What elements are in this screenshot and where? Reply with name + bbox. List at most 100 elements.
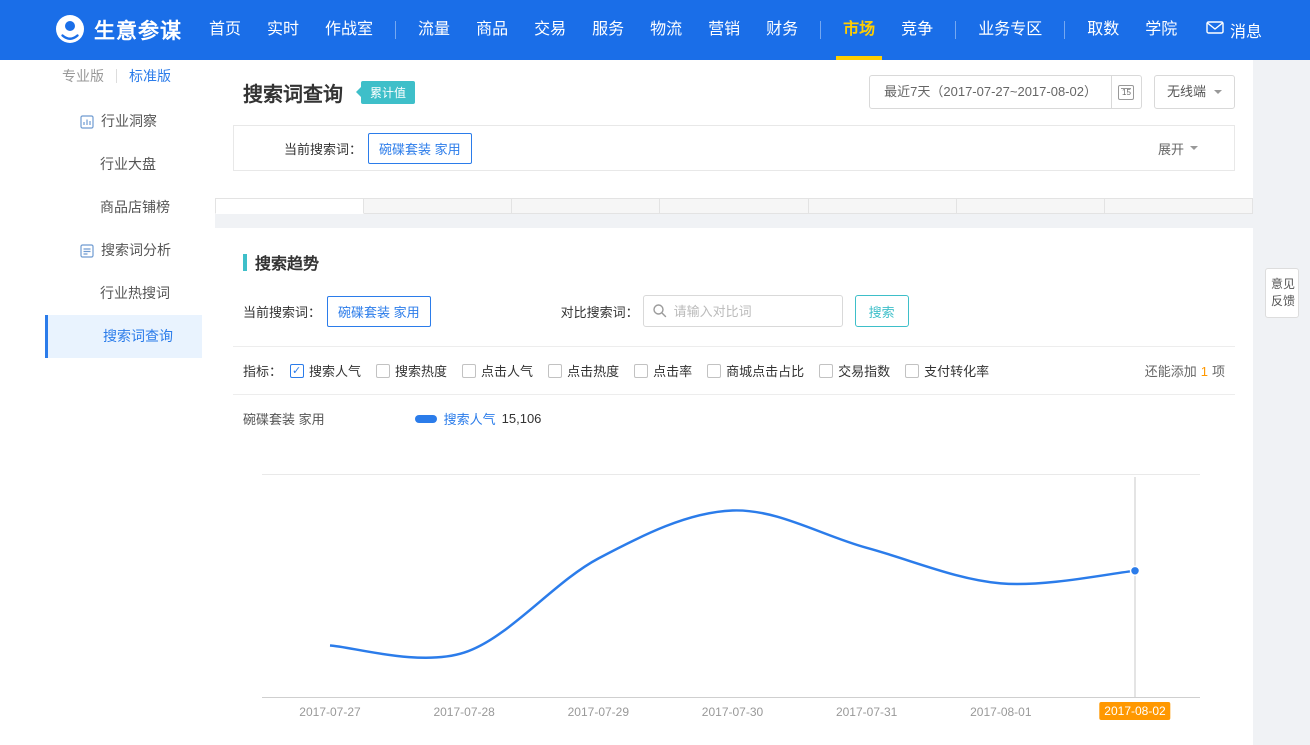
current-word-chip[interactable]: 碗碟套装 家用 — [327, 296, 431, 327]
chevron-down-icon — [1214, 90, 1222, 98]
nav-marketing[interactable]: 营销 — [695, 0, 753, 60]
legend-metric[interactable]: 搜索人气 — [444, 409, 496, 428]
current-word-chip[interactable]: 碗碟套装 家用 — [368, 133, 472, 164]
x-axis-label[interactable]: 2017-08-02 — [1099, 702, 1170, 720]
nav-data-extract[interactable]: 取数 — [1074, 0, 1132, 60]
sidebar-item-label: 行业洞察 — [101, 100, 157, 143]
tab-standard-version[interactable]: 标准版 — [129, 66, 171, 86]
compare-word-input[interactable] — [643, 295, 843, 327]
x-axis-label: 2017-07-28 — [433, 705, 494, 719]
remain-count: 1 — [1201, 364, 1208, 379]
expand-toggle[interactable]: 展开 — [1158, 139, 1198, 158]
search-trend-card: 搜索趋势 当前搜索词： 碗碟套装 家用 对比搜索词： 搜索 — [215, 228, 1253, 745]
content-tab[interactable] — [512, 198, 660, 214]
marker-dot — [1131, 566, 1140, 575]
metric-click-rate[interactable]: 点击率 — [634, 361, 692, 380]
nav-war-room[interactable]: 作战室 — [312, 0, 386, 60]
checkbox-icon — [707, 364, 721, 378]
metric-label: 搜索人气 — [309, 361, 361, 380]
remain-prefix: 还能添加 — [1145, 364, 1197, 379]
tab-pro-version[interactable]: 专业版 — [62, 66, 104, 86]
sidebar-item-search-word-analysis[interactable]: 搜索词分析 — [0, 229, 215, 272]
checkbox-icon — [462, 364, 476, 378]
expand-label: 展开 — [1158, 139, 1184, 158]
legend-value: 15,106 — [502, 411, 542, 426]
metric-trade-index[interactable]: 交易指数 — [819, 361, 890, 380]
sidebar-item-search-word-query[interactable]: 搜索词查询 — [45, 315, 202, 358]
metric-label: 点击热度 — [567, 361, 619, 380]
sidebar-item-label: 搜索词查询 — [103, 315, 173, 358]
nav-finance[interactable]: 财务 — [753, 0, 811, 60]
nav-logistics[interactable]: 物流 — [637, 0, 695, 60]
content-tab[interactable] — [957, 198, 1105, 214]
nav-academy[interactable]: 学院 — [1132, 0, 1190, 60]
cumulative-badge: 累计值 — [351, 81, 415, 104]
calendar-button[interactable]: 15 — [1112, 75, 1142, 109]
metric-label: 点击人气 — [481, 361, 533, 380]
logo-icon — [55, 14, 85, 47]
nav-divider — [955, 21, 956, 39]
checkbox-icon — [905, 364, 919, 378]
content-tab[interactable] — [215, 198, 364, 214]
x-axis-label: 2017-07-31 — [836, 705, 897, 719]
nav-divider — [820, 21, 821, 39]
main-area: 搜索词查询 累计值 最近7天（2017-07-27~2017-08-02） 15… — [215, 60, 1310, 745]
metric-label: 交易指数 — [838, 361, 890, 380]
compare-word-label: 对比搜索词： — [561, 302, 639, 321]
badge-label: 累计值 — [361, 81, 415, 104]
top-navbar: 生意参谋 首页 实时 作战室 流量 商品 交易 服务 物流 营销 财务 市场 竞… — [0, 0, 1310, 60]
sidebar-item-label: 行业热搜词 — [100, 272, 170, 315]
sidebar: 专业版 标准版 行业洞察 行业大盘 商品店铺榜 搜索词分析 行业热搜词 搜索词查… — [0, 60, 215, 745]
checkbox-icon — [290, 364, 304, 378]
x-axis-label: 2017-07-29 — [568, 705, 629, 719]
checkbox-icon — [376, 364, 390, 378]
checkbox-icon — [548, 364, 562, 378]
nav-trade[interactable]: 交易 — [521, 0, 579, 60]
tab-divider — [116, 69, 117, 83]
page-title: 搜索词查询 — [243, 78, 343, 107]
doc-chart-icon — [80, 244, 94, 258]
x-axis-label: 2017-07-27 — [299, 705, 360, 719]
nav-traffic[interactable]: 流量 — [405, 0, 463, 60]
nav-competition[interactable]: 竞争 — [888, 0, 946, 60]
terminal-select[interactable]: 无线端 — [1154, 75, 1235, 109]
metric-pay-conversion[interactable]: 支付转化率 — [905, 361, 989, 380]
metric-click-popularity[interactable]: 点击人气 — [462, 361, 533, 380]
nav-service[interactable]: 服务 — [579, 0, 637, 60]
trend-line — [330, 510, 1135, 657]
metric-mall-click-share[interactable]: 商城点击占比 — [707, 361, 804, 380]
search-icon — [652, 303, 667, 321]
nav-realtime[interactable]: 实时 — [254, 0, 312, 60]
sidebar-item-industry-insight[interactable]: 行业洞察 — [0, 100, 215, 143]
content-tab[interactable] — [809, 198, 957, 214]
content-tab[interactable] — [364, 198, 512, 214]
metric-label: 支付转化率 — [924, 361, 989, 380]
feedback-button[interactable]: 意见反馈 — [1265, 268, 1299, 318]
nav-message[interactable]: 消息 — [1206, 18, 1262, 42]
remain-suffix: 项 — [1212, 364, 1225, 379]
search-button[interactable]: 搜索 — [855, 295, 909, 327]
nav-divider — [395, 21, 396, 39]
metric-search-heat[interactable]: 搜索热度 — [376, 361, 447, 380]
metric-search-popularity[interactable]: 搜索人气 — [290, 361, 361, 380]
header-card: 搜索词查询 累计值 最近7天（2017-07-27~2017-08-02） 15… — [215, 60, 1253, 198]
nav-market[interactable]: 市场 — [830, 0, 888, 60]
metric-click-heat[interactable]: 点击热度 — [548, 361, 619, 380]
date-range-picker[interactable]: 最近7天（2017-07-27~2017-08-02） — [869, 75, 1112, 109]
sidebar-item-product-shop-rank[interactable]: 商品店铺榜 — [0, 186, 215, 229]
nav-product[interactable]: 商品 — [463, 0, 521, 60]
nav-business-zone[interactable]: 业务专区 — [965, 0, 1055, 60]
nav-divider — [1064, 21, 1065, 39]
sidebar-item-industry-hot-words[interactable]: 行业热搜词 — [0, 272, 215, 315]
app-logo[interactable]: 生意参谋 — [55, 14, 182, 47]
nav-home[interactable]: 首页 — [196, 0, 254, 60]
current-word-label: 当前搜索词： — [284, 139, 362, 158]
metric-label: 点击率 — [653, 361, 692, 380]
chevron-down-icon — [1190, 146, 1198, 154]
trend-chart[interactable] — [262, 474, 1200, 698]
sidebar-item-industry-dashboard[interactable]: 行业大盘 — [0, 143, 215, 186]
content-tab[interactable] — [1105, 198, 1253, 214]
content-tab[interactable] — [660, 198, 808, 214]
content-tab-strip — [215, 198, 1253, 214]
metrics-label: 指标： — [243, 361, 282, 380]
